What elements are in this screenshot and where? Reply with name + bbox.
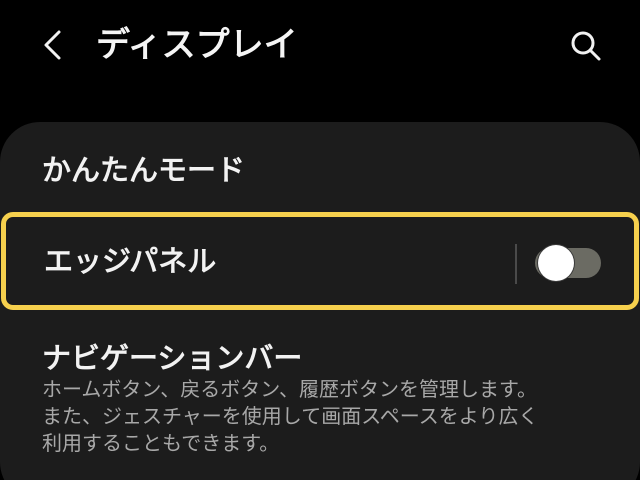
display-settings-screen: ディスプレイ かんたんモード エッジパネル ナビゲーションバー ホームボタン、戻… — [0, 0, 640, 480]
back-button[interactable] — [28, 20, 78, 70]
navigation-bar-item[interactable]: ナビゲーションバー ホームボタン、戻るボタン、履歴ボタンを管理します。 また、ジ… — [0, 332, 640, 472]
chevron-left-icon — [44, 30, 61, 60]
app-bar: ディスプレイ — [0, 0, 640, 90]
navigation-bar-description: ホームボタン、戻るボタン、履歴ボタンを管理します。 また、ジェスチャーを使用して… — [42, 376, 612, 457]
navigation-bar-label: ナビゲーションバー — [42, 341, 303, 375]
toggle-knob — [538, 245, 574, 281]
page-title: ディスプレイ — [96, 25, 298, 65]
search-icon — [571, 31, 601, 61]
search-button[interactable] — [560, 20, 612, 72]
description-line: また、ジェスチャーを使用して画面スペースをより広く — [42, 404, 539, 428]
edge-panel-label: エッジパネル — [44, 244, 217, 278]
description-line: ホームボタン、戻るボタン、履歴ボタンを管理します。 — [42, 377, 537, 401]
item-divider — [515, 244, 517, 284]
description-line: 利用することもできます。 — [42, 431, 280, 455]
edge-panel-item[interactable]: エッジパネル — [1, 212, 639, 310]
easy-mode-label: かんたんモード — [42, 153, 246, 187]
easy-mode-item[interactable]: かんたんモード — [0, 138, 640, 204]
edge-panel-toggle[interactable] — [535, 245, 601, 281]
